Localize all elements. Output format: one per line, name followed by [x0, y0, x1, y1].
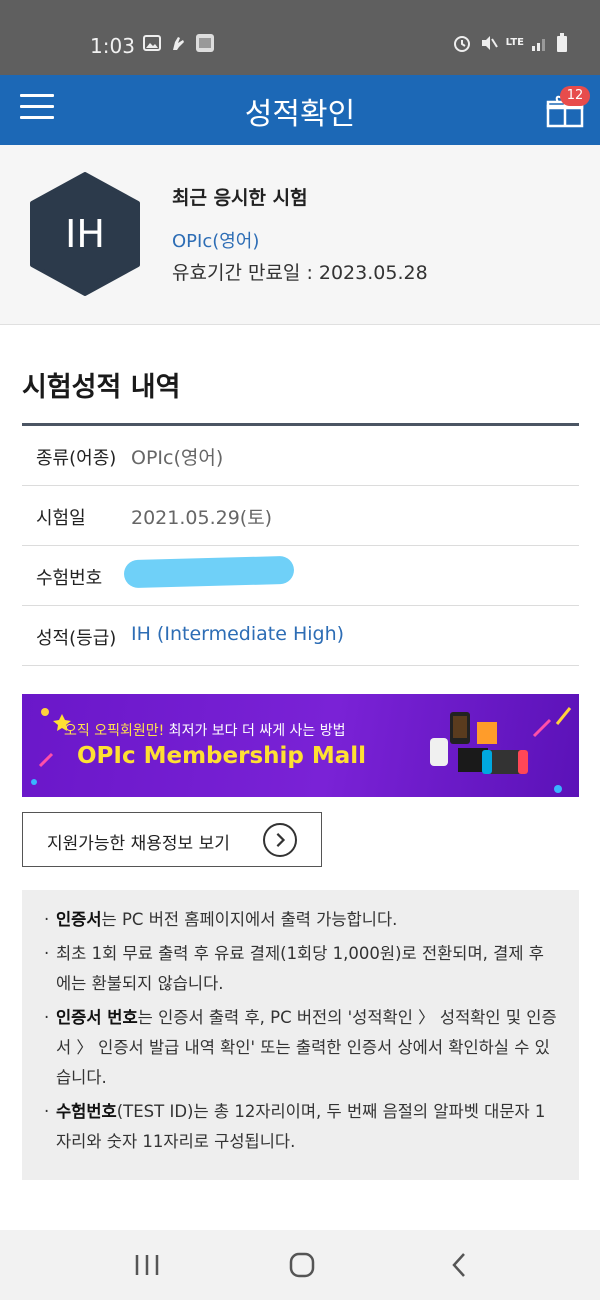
row-label: 시험일 — [36, 508, 86, 529]
alarm-icon — [453, 36, 470, 52]
app-bar: 성적확인 — [0, 75, 600, 145]
banner-subtitle: 오직 오픽회원만! 최저가 보다 더 싸게 사는 방법 — [64, 720, 346, 740]
battery-icon — [557, 33, 567, 52]
home-icon[interactable] — [282, 1250, 322, 1280]
table-row: 수험번호 — [22, 546, 579, 606]
notice-bold: 인증서 — [56, 910, 102, 929]
hand-icon — [173, 37, 184, 50]
row-label: 종류(어종) — [36, 448, 117, 469]
recent-exam-card: IH 최근 응시한 시험 OPIc(영어) 유효기간 만료일 : 2023.05… — [0, 145, 600, 325]
recent-exam-name[interactable]: OPIc(영어) — [172, 227, 259, 253]
membership-mall-banner[interactable]: 오직 오픽회원만! 최저가 보다 더 싸게 사는 방법 OPIc Members… — [22, 694, 579, 797]
notice-item: · 최초 1회 무료 출력 후 유료 결제(1회당 1,000원)로 전환되며, … — [44, 944, 544, 993]
row-label: 성적(등급) — [36, 628, 117, 649]
notice-text: 최초 1회 무료 출력 후 유료 결제(1회당 1,000원)로 전환되며, 결… — [56, 944, 544, 993]
mute-icon — [481, 36, 498, 50]
row-value: IH (Intermediate High) — [131, 623, 345, 645]
system-nav-bar — [0, 1230, 600, 1300]
status-left-icons — [143, 33, 215, 53]
notice-item: · 수험번호(TEST ID)는 총 12자리이며, 두 번째 음절의 알파벳 대… — [44, 1102, 546, 1151]
row-value: 2021.05.29(토) — [131, 507, 273, 529]
page-title: 성적확인 — [244, 97, 356, 132]
row-label: 수험번호 — [36, 568, 103, 589]
notice-item: · 인증서 번호는 인증서 출력 후, PC 버전의 '성적확인 〉 성적확인 및… — [44, 1008, 557, 1087]
redacted-value — [123, 555, 295, 589]
notice-bold: 수험번호 — [56, 1102, 117, 1121]
section-title: 시험성적 내역 — [22, 372, 181, 403]
job-info-button[interactable]: 지원가능한 채용정보 보기 — [22, 812, 322, 867]
status-time: 1:03 — [90, 34, 135, 58]
gallery-icon — [143, 35, 161, 51]
score-table: 종류(어종) OPIc(영어) 시험일 2021.05.29(토) 수험번호 성… — [22, 423, 579, 666]
grade-label: IH — [65, 212, 105, 256]
app-notification-icon — [196, 34, 214, 52]
notice-box: · 인증서는 PC 버전 홈페이지에서 출력 가능합니다. · 최초 1회 무료 출… — [22, 890, 579, 1180]
status-right-icons: LTE — [452, 33, 568, 53]
notice-text: (TEST ID)는 총 12자리이며, 두 번째 음절의 알파벳 대문자 1자… — [56, 1102, 546, 1151]
status-bar: 1:03 LTE — [0, 0, 600, 75]
recent-exam-heading: 최근 응시한 시험 — [172, 187, 308, 209]
back-icon[interactable] — [440, 1250, 480, 1280]
row-value: OPIc(영어) — [131, 447, 224, 469]
signal-icon — [532, 39, 545, 51]
notice-text: 는 PC 버전 홈페이지에서 출력 가능합니다. — [101, 910, 398, 929]
table-row: 시험일 2021.05.29(토) — [22, 486, 579, 546]
notice-bold: 인증서 번호 — [56, 1008, 138, 1027]
table-row: 종류(어종) OPIc(영어) — [22, 426, 579, 486]
recent-apps-icon[interactable] — [127, 1250, 167, 1280]
job-info-label: 지원가능한 채용정보 보기 — [47, 834, 230, 854]
products-image-icon — [430, 712, 528, 774]
banner-highlight: 오직 오픽회원만! — [64, 723, 165, 739]
notification-badge: 12 — [560, 86, 590, 106]
notice-item: · 인증서는 PC 버전 홈페이지에서 출력 가능합니다. — [44, 910, 398, 929]
network-type: LTE — [505, 37, 524, 48]
banner-subtitle-text: 최저가 보다 더 싸게 사는 방법 — [164, 723, 346, 739]
chevron-right-icon — [263, 823, 297, 857]
banner-title: OPIc Membership Mall — [77, 743, 367, 769]
table-row: 성적(등급) IH (Intermediate High) — [22, 606, 579, 666]
expiry-date: 유효기간 만료일 : 2023.05.28 — [172, 262, 428, 284]
